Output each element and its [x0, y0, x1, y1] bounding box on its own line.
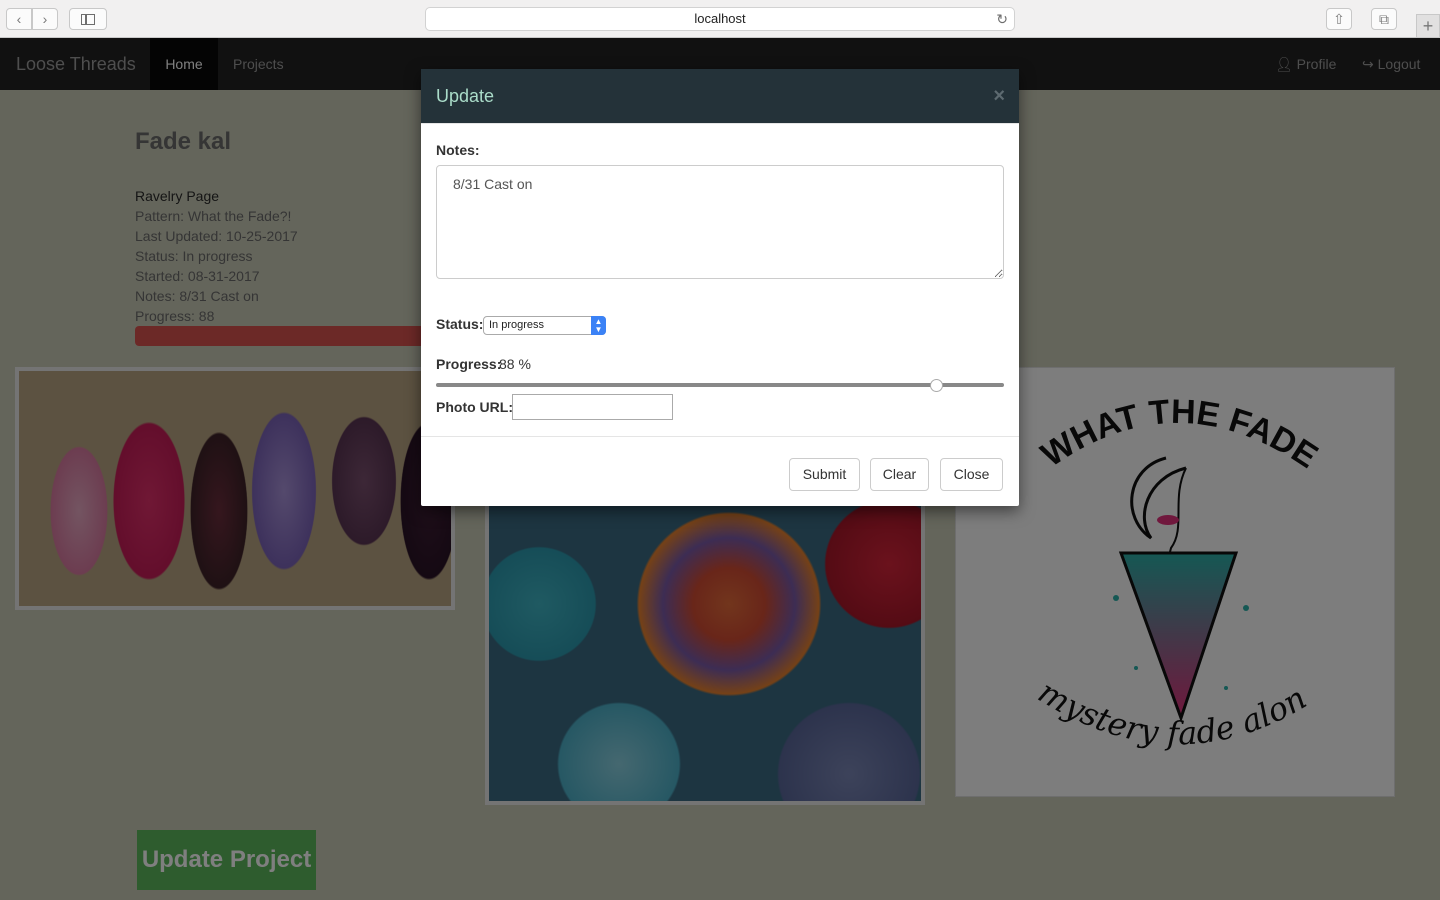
clear-button[interactable]: Clear — [870, 458, 929, 491]
close-button[interactable]: Close — [940, 458, 1003, 491]
status-label: Status: — [436, 316, 484, 332]
share-button[interactable]: ⇧ — [1326, 8, 1352, 30]
progress-slider-thumb[interactable] — [929, 379, 943, 392]
status-select[interactable]: In progress ▲ ▼ — [483, 316, 606, 335]
status-selected-value: In progress — [489, 319, 545, 331]
reload-icon[interactable]: ↻ — [996, 8, 1008, 30]
select-arrows-icon: ▲ ▼ — [591, 316, 606, 335]
browser-toolbar: ‹ › localhost ↻ ⇧ ⧉ + — [0, 0, 1440, 38]
url-text: localhost — [694, 11, 746, 26]
modal-header: Update × — [421, 69, 1019, 124]
progress-value-text: 88 % — [499, 356, 531, 372]
forward-button[interactable]: › — [32, 8, 58, 30]
progress-slider-track[interactable] — [436, 383, 1004, 387]
update-modal: Update × Notes: 8/31 Cast on Status: In … — [421, 69, 1019, 506]
sidebar-icon — [81, 14, 95, 25]
notes-label: Notes: — [436, 142, 480, 158]
address-bar[interactable]: localhost ↻ — [425, 7, 1015, 31]
photo-url-label: Photo URL: — [436, 399, 513, 415]
back-button[interactable]: ‹ — [6, 8, 32, 30]
modal-title: Update — [436, 86, 495, 106]
sidebar-toggle-button[interactable] — [69, 8, 107, 30]
notes-textarea[interactable]: 8/31 Cast on — [436, 165, 1004, 279]
close-icon[interactable]: × — [993, 85, 1005, 108]
new-tab-button[interactable]: + — [1416, 14, 1440, 38]
submit-button[interactable]: Submit — [789, 458, 860, 491]
progress-label: Progress: — [436, 356, 502, 372]
tab-overview-button[interactable]: ⧉ — [1371, 8, 1397, 30]
modal-footer-divider — [421, 436, 1019, 437]
photo-url-input[interactable] — [512, 394, 673, 420]
